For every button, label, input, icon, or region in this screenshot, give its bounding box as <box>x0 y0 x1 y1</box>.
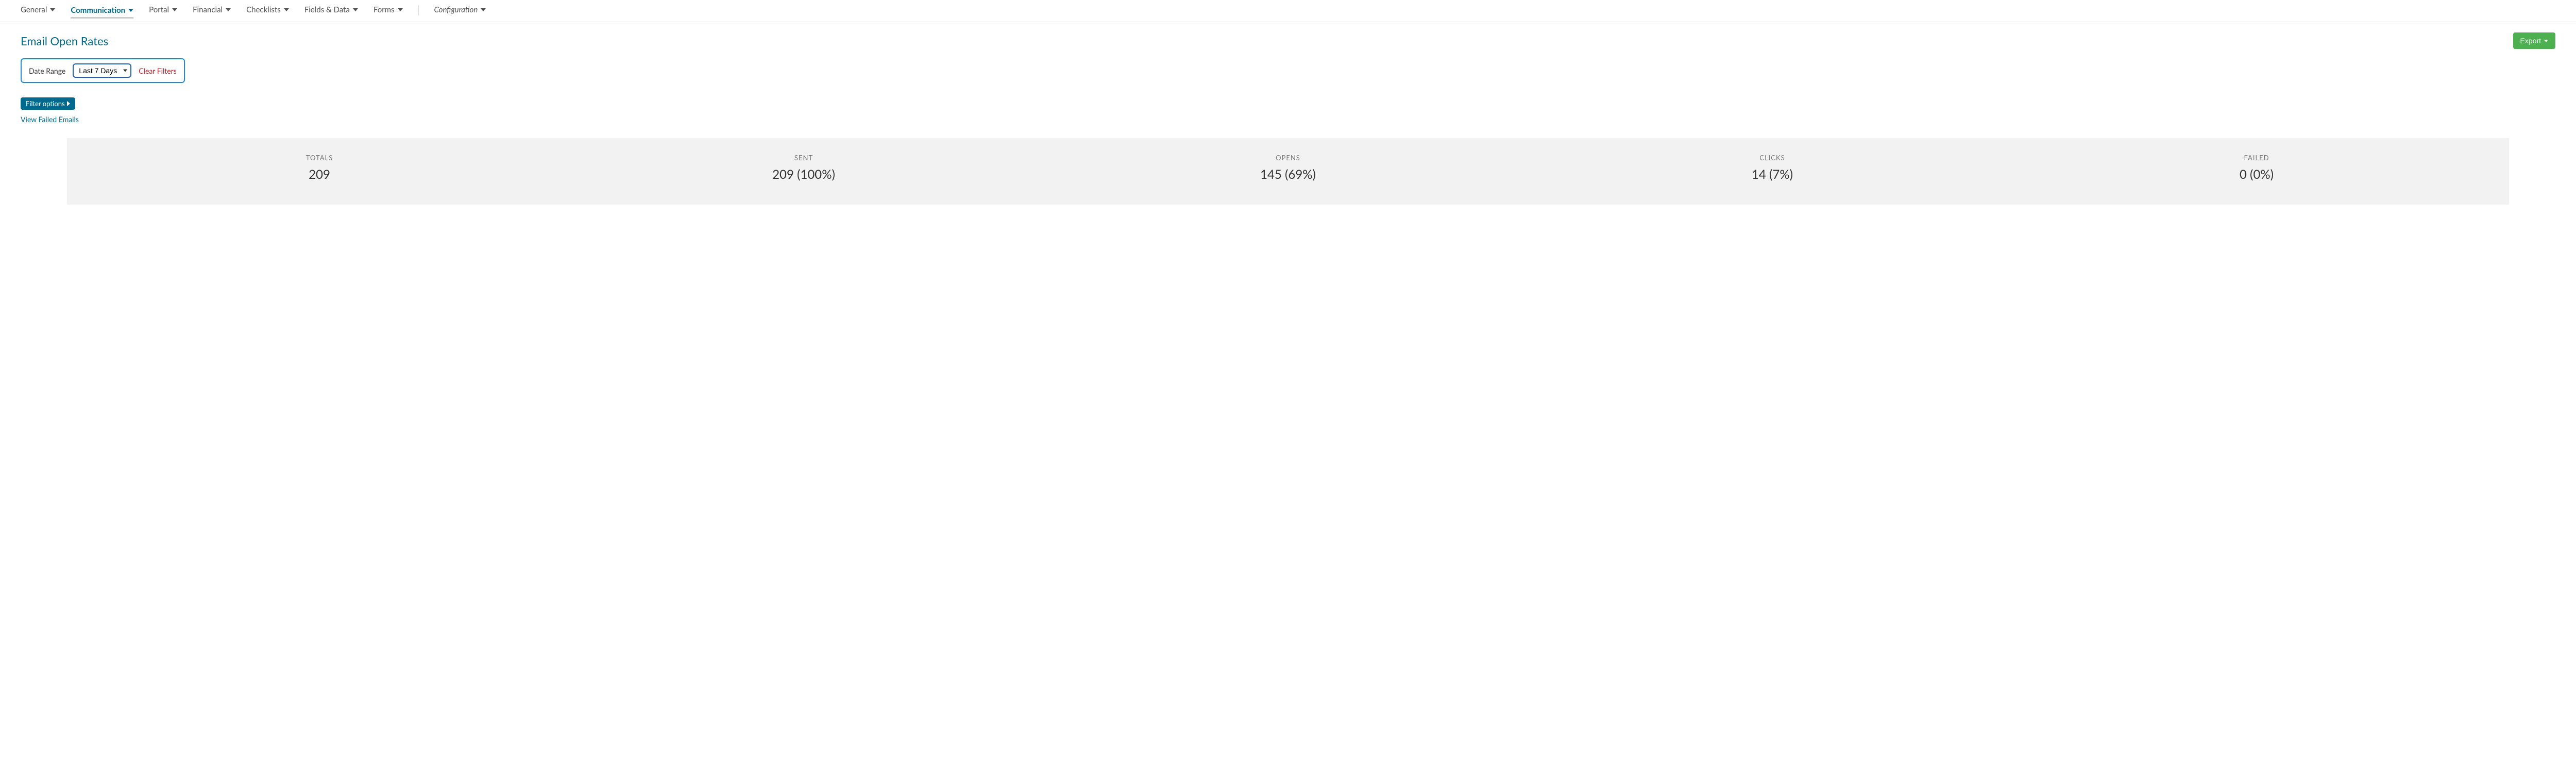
stat-label: FAILED <box>2014 154 2499 162</box>
chevron-down-icon <box>481 8 486 11</box>
chevron-down-icon <box>172 8 177 11</box>
stat-value: 145 (69%) <box>1046 167 1530 182</box>
filter-options-button[interactable]: Filter options <box>21 97 75 110</box>
date-range-select[interactable]: Last 7 Days <box>73 63 131 78</box>
export-button[interactable]: Export <box>2513 32 2555 49</box>
filter-box: Date Range Last 7 Days Clear Filters <box>21 58 185 83</box>
nav-general[interactable]: General <box>21 5 55 15</box>
nav-checklists[interactable]: Checklists <box>246 5 289 15</box>
top-nav: General Communication Portal Financial C… <box>0 0 2576 22</box>
nav-label: Configuration <box>434 5 478 14</box>
page-title: Email Open Rates <box>21 34 108 48</box>
nav-label: Fields & Data <box>304 5 350 14</box>
stat-opens: OPENS 145 (69%) <box>1046 154 1530 182</box>
stat-label: OPENS <box>1046 154 1530 162</box>
export-label: Export <box>2520 37 2541 45</box>
stat-label: CLICKS <box>1530 154 2014 162</box>
nav-configuration[interactable]: Configuration <box>434 5 486 15</box>
stat-value: 14 (7%) <box>1530 167 2014 182</box>
stat-failed: FAILED 0 (0%) <box>2014 154 2499 182</box>
nav-label: Checklists <box>246 5 281 14</box>
stats-panel: TOTALS 209 SENT 209 (100%) OPENS 145 (69… <box>67 138 2509 205</box>
chevron-down-icon <box>2544 40 2548 42</box>
nav-forms[interactable]: Forms <box>374 5 403 15</box>
content: Email Open Rates Export Date Range Last … <box>0 22 2576 215</box>
chevron-down-icon <box>284 8 289 11</box>
nav-label: Forms <box>374 5 395 14</box>
stat-clicks: CLICKS 14 (7%) <box>1530 154 2014 182</box>
nav-financial[interactable]: Financial <box>193 5 231 15</box>
stat-value: 0 (0%) <box>2014 167 2499 182</box>
stat-sent: SENT 209 (100%) <box>562 154 1046 182</box>
stat-value: 209 <box>77 167 562 182</box>
nav-divider <box>418 5 419 15</box>
filter-options-label: Filter options <box>26 99 65 108</box>
date-range-select-wrap: Last 7 Days <box>73 63 131 78</box>
stat-label: TOTALS <box>77 154 562 162</box>
header-row: Email Open Rates Export <box>21 32 2555 49</box>
nav-label: Financial <box>193 5 223 14</box>
nav-portal[interactable]: Portal <box>149 5 177 15</box>
chevron-down-icon <box>128 9 133 12</box>
view-failed-emails-link[interactable]: View Failed Emails <box>21 115 79 124</box>
chevron-down-icon <box>353 8 358 11</box>
nav-fields-data[interactable]: Fields & Data <box>304 5 358 15</box>
nav-communication[interactable]: Communication <box>71 6 133 19</box>
date-range-label: Date Range <box>29 66 65 75</box>
nav-label: Portal <box>149 5 169 14</box>
stat-label: SENT <box>562 154 1046 162</box>
nav-label: Communication <box>71 6 125 15</box>
stat-value: 209 (100%) <box>562 167 1046 182</box>
chevron-down-icon <box>398 8 403 11</box>
clear-filters-link[interactable]: Clear Filters <box>139 66 176 75</box>
chevron-right-icon <box>67 101 70 106</box>
chevron-down-icon <box>226 8 231 11</box>
chevron-down-icon <box>50 8 55 11</box>
nav-label: General <box>21 5 47 14</box>
stat-totals: TOTALS 209 <box>77 154 562 182</box>
